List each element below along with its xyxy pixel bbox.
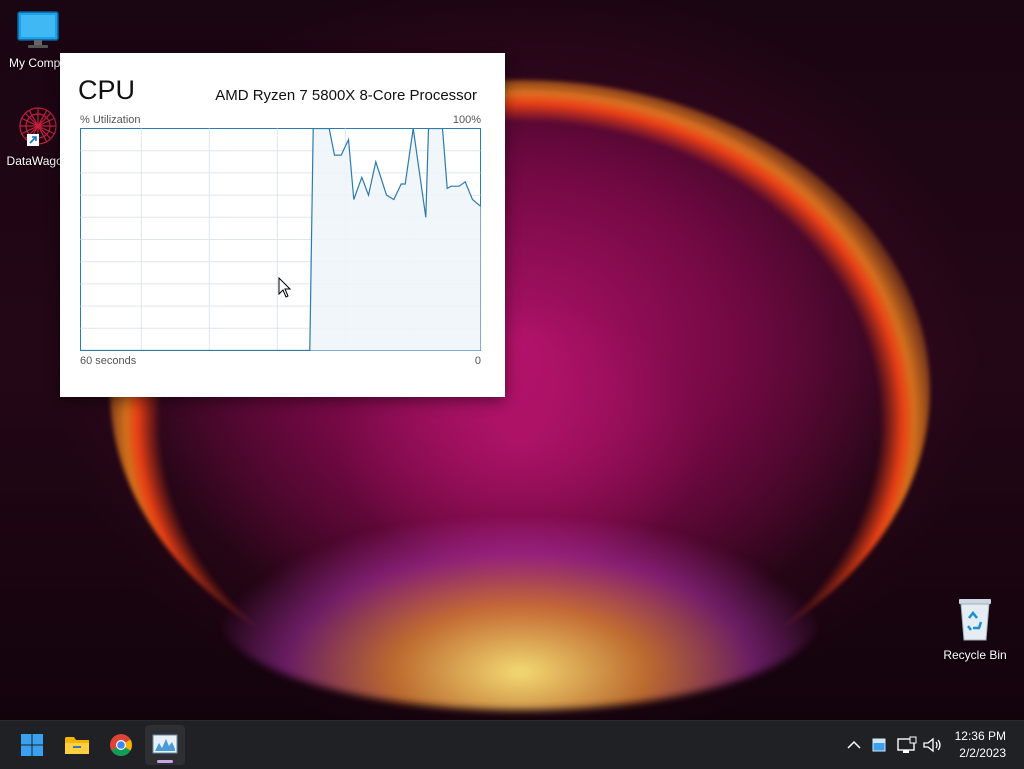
network-icon[interactable] — [895, 735, 919, 755]
cpu-title: CPU — [78, 75, 136, 105]
wallpaper-bloom-glow — [220, 520, 820, 710]
y-axis-max-label: 100% — [452, 114, 481, 126]
mouse-cursor-icon — [278, 277, 292, 298]
clock-time: 12:36 PM — [954, 729, 1006, 743]
start-button[interactable] — [12, 725, 52, 765]
desktop-icon-label: Recycle Bin — [943, 648, 1007, 662]
chevron-up-icon[interactable] — [844, 735, 864, 755]
processor-name: AMD Ryzen 7 5800X 8-Core Processor — [215, 87, 477, 104]
device-icon[interactable] — [868, 735, 890, 755]
datawagon-app-icon — [19, 107, 57, 146]
start-icon — [21, 734, 43, 756]
x-axis-left-label: 60 seconds — [80, 355, 137, 367]
task-manager-icon — [152, 734, 178, 754]
clock-date: 2/2/2023 — [959, 746, 1006, 760]
file-explorer-button[interactable] — [57, 725, 97, 765]
cpu-utilization-graph — [80, 128, 481, 351]
active-app-indicator — [157, 760, 173, 763]
volume-icon[interactable] — [921, 735, 943, 755]
monitor-icon — [17, 11, 59, 48]
file-explorer-icon — [65, 737, 89, 754]
cpu-widget[interactable]: CPU AMD Ryzen 7 5800X 8-Core Processor %… — [60, 53, 505, 397]
taskbar-clock[interactable]: 12:36 PM 2/2/2023 — [955, 728, 1006, 762]
y-axis-label: % Utilization — [80, 114, 141, 126]
taskbar: 12:36 PM 2/2/2023 — [0, 720, 1024, 769]
recycle-bin-icon — [959, 599, 991, 641]
task-manager-button[interactable] — [145, 725, 185, 765]
chrome-button[interactable] — [101, 725, 141, 765]
chrome-icon — [110, 734, 132, 756]
x-axis-right-label: 0 — [474, 355, 481, 367]
system-tray — [844, 721, 943, 769]
desktop-icon-recycle-bin[interactable]: Recycle Bin — [935, 596, 1015, 662]
